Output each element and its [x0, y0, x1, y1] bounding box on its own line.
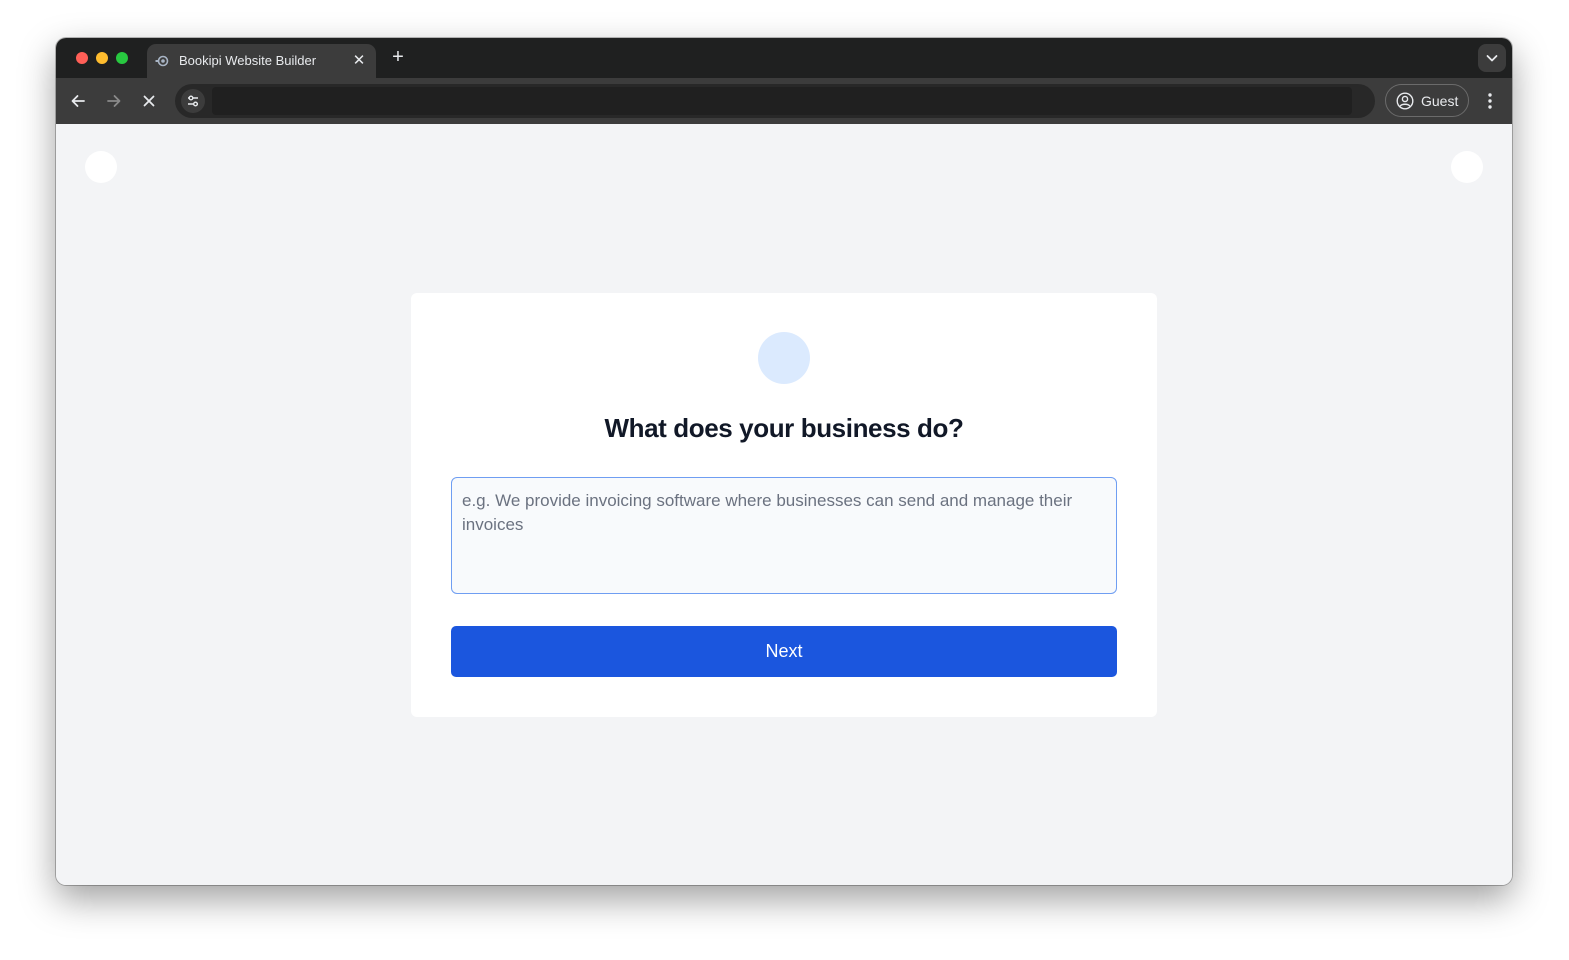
more-vert-icon[interactable] — [1480, 89, 1500, 113]
new-tab-button[interactable]: + — [387, 47, 409, 69]
onboarding-card: What does your business do? Next — [411, 293, 1157, 717]
close-icon[interactable] — [137, 89, 161, 113]
person-circle-icon — [1396, 92, 1414, 110]
step-icon — [758, 332, 810, 384]
tab-search-button[interactable] — [1478, 44, 1506, 72]
site-info-button[interactable] — [181, 89, 205, 113]
omnibox — [175, 84, 1375, 118]
corner-avatar-right — [1451, 151, 1483, 183]
next-button[interactable]: Next — [451, 626, 1117, 677]
arrow-right-icon[interactable] — [102, 89, 126, 113]
browser-toolbar: Guest — [56, 78, 1512, 124]
tab-title: Bookipi Website Builder — [179, 53, 317, 68]
arrow-left-icon[interactable] — [66, 89, 90, 113]
address-bar-input[interactable] — [212, 87, 1352, 115]
favicon-icon — [155, 55, 169, 67]
profile-button[interactable]: Guest — [1385, 84, 1469, 117]
maximize-window-button[interactable] — [116, 52, 128, 64]
close-window-button[interactable] — [76, 52, 88, 64]
corner-avatar-left — [85, 151, 117, 183]
page-title: What does your business do? — [604, 413, 964, 443]
tab-close-icon[interactable]: ✕ — [351, 53, 367, 69]
tune-icon — [188, 95, 198, 107]
page-content: What does your business do? Next — [56, 124, 1512, 885]
business-description-input[interactable] — [451, 477, 1117, 594]
profile-label: Guest — [1421, 93, 1459, 109]
browser-window: Bookipi Website Builder ✕ + Guest What d… — [56, 38, 1512, 885]
minimize-window-button[interactable] — [96, 52, 108, 64]
chevron-down-icon — [1486, 55, 1498, 62]
tab-strip: Bookipi Website Builder ✕ + — [56, 38, 1512, 78]
browser-tab[interactable]: Bookipi Website Builder ✕ — [147, 44, 376, 78]
